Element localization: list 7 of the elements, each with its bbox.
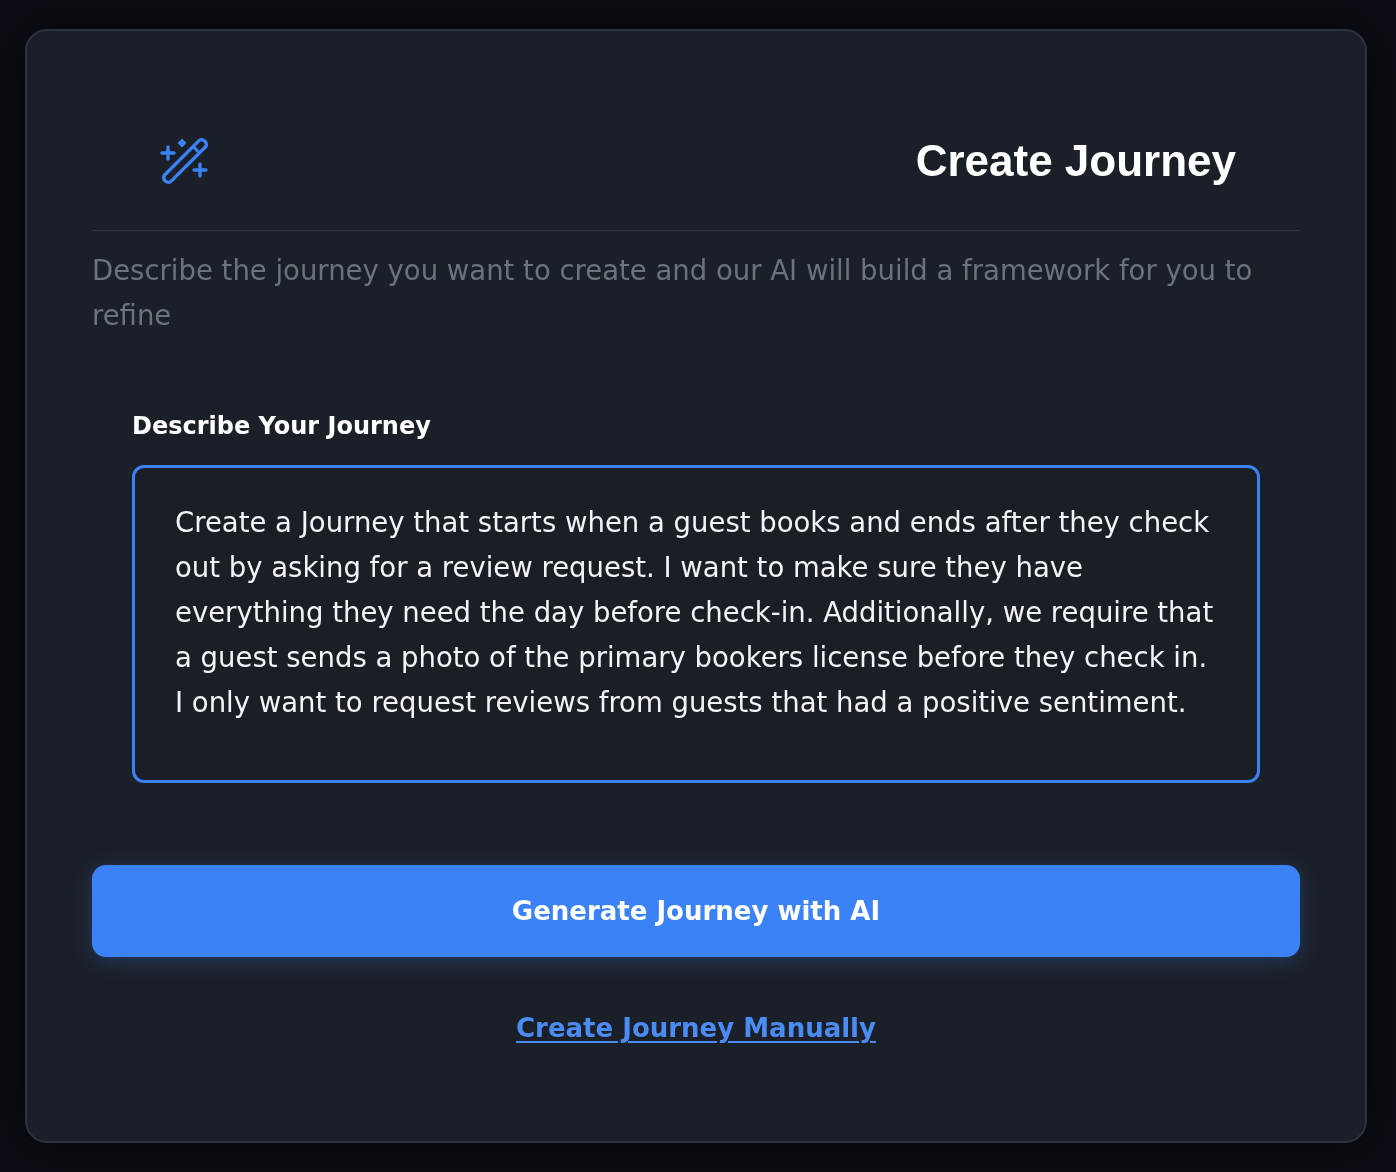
generate-button[interactable]: Generate Journey with AI <box>92 865 1300 957</box>
create-manually-link[interactable]: Create Journey Manually <box>516 1008 876 1048</box>
dialog-title: Create Journey <box>915 135 1236 187</box>
journey-description-field[interactable]: Create a Journey that starts when a guest books and ends after they check out by asking for a review request. I want to make sure they have everything they need the day before check-in. Additionally, we require that a guest sends a photo of the primary bookers license before they check in. I only want to request reviews from guests that had a positive sentiment. <box>132 465 1260 783</box>
magic-wand-icon <box>158 135 210 187</box>
field-label: Describe Your Journey <box>132 411 431 442</box>
dialog-description: Describe the journey you want to create and our AI will build a framework for you to refine <box>92 253 1254 333</box>
